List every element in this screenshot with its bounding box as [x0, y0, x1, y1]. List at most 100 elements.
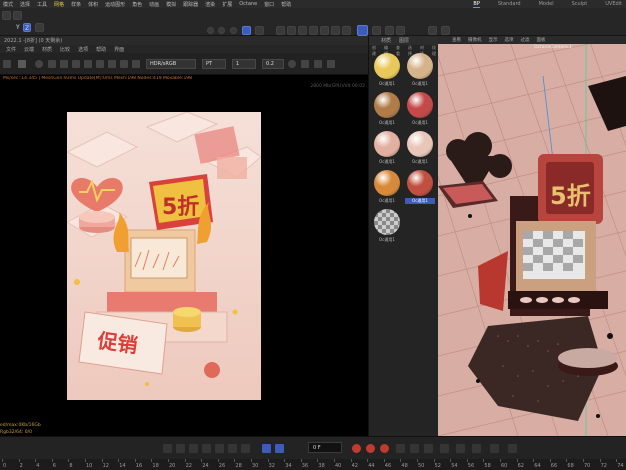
prev-frame-icon[interactable] [189, 444, 198, 453]
key-param-icon[interactable] [440, 444, 449, 453]
color-space-select[interactable]: HDR/sRGB [146, 59, 196, 69]
material-menu-item[interactable]: 创建 [372, 45, 379, 56]
region-render-icon[interactable] [84, 60, 92, 68]
clay-mode-icon[interactable] [120, 60, 128, 68]
material-thumbnail[interactable]: Oc通用1 [405, 92, 435, 128]
pause-icon[interactable] [48, 60, 56, 68]
material-thumbnail[interactable]: Oc通用1 [372, 209, 402, 245]
material-tab[interactable]: 图层 [399, 37, 409, 44]
viewport-menu-item[interactable]: 查看 [452, 37, 461, 43]
exposure-field[interactable]: 0.2 [262, 59, 284, 69]
material-tab[interactable]: 材质 [381, 37, 391, 44]
redo-icon[interactable] [13, 11, 22, 20]
pen-icon[interactable] [287, 26, 296, 35]
key-pla-icon[interactable] [456, 444, 465, 453]
menu-item[interactable]: 体积 [88, 1, 98, 8]
layout-tab[interactable]: BP [473, 1, 480, 8]
material-thumbnail[interactable]: Oc通用1 [405, 53, 435, 89]
menu-item[interactable]: 网格 [54, 1, 64, 8]
display-icon[interactable] [288, 60, 296, 68]
menu-item[interactable]: 选择 [20, 1, 30, 8]
viewport-solo-icon[interactable] [428, 26, 437, 35]
layout-tab[interactable]: UVEdit [605, 1, 622, 7]
menu-item[interactable]: 运动图形 [105, 1, 125, 8]
snap-icon[interactable] [385, 26, 394, 35]
key-selection-icon[interactable] [380, 444, 389, 453]
subdivide-icon[interactable] [298, 26, 307, 35]
lock-icon[interactable] [72, 60, 80, 68]
timeline-options-icon[interactable] [472, 444, 481, 453]
layout-tab[interactable]: Sculpt [572, 1, 588, 7]
autokey-icon[interactable] [366, 444, 375, 453]
live-viewer-menu-item[interactable]: 云端 [24, 46, 34, 53]
axis-y-toggle[interactable]: Y [16, 24, 20, 31]
send-scene-icon[interactable] [3, 60, 11, 68]
loop-icon[interactable] [262, 444, 271, 453]
play-icon[interactable] [202, 444, 211, 453]
deformer-icon[interactable] [320, 26, 329, 35]
viewport-menu-item[interactable]: 显示 [489, 37, 498, 43]
key-position-icon[interactable] [396, 444, 405, 453]
menu-item[interactable]: 工具 [37, 1, 47, 8]
material-menu-item[interactable]: 编辑 [384, 45, 391, 56]
render-view-icon[interactable] [207, 27, 214, 34]
live-viewer-menu-item[interactable]: 文件 [6, 46, 16, 53]
menu-item[interactable]: 模拟 [166, 1, 176, 8]
cube-icon[interactable] [276, 26, 285, 35]
material-menu-item[interactable]: 选择 [408, 45, 415, 56]
menu-item[interactable]: 动画 [149, 1, 159, 8]
perspective-viewport[interactable]: 查看 摄像机 显示 选项 过滤 面板 OctaneCamera.1 5折 [438, 36, 626, 436]
menu-item[interactable]: 跟踪器 [183, 1, 198, 8]
clone-icon[interactable] [309, 26, 318, 35]
material-thumbnail[interactable]: Oc通用1 [405, 170, 435, 206]
material-thumbnail[interactable]: Oc通用1 [405, 131, 435, 167]
layout-tab[interactable]: Standard [498, 1, 521, 7]
field-icon[interactable] [331, 26, 340, 35]
material-thumbnail[interactable]: Oc通用1 [372, 92, 402, 128]
record-icon[interactable] [352, 444, 361, 453]
camera-icon[interactable] [357, 25, 368, 36]
current-frame-field[interactable]: 0 F [308, 442, 342, 453]
material-thumbnail[interactable]: Oc通用1 [372, 53, 402, 89]
camera-snapshot-icon[interactable] [314, 60, 322, 68]
menu-item[interactable]: Octane [239, 1, 257, 7]
motion-clip-icon[interactable] [490, 444, 499, 453]
viewport-menu-item[interactable]: 过滤 [521, 37, 530, 43]
octane-live-viewer-button[interactable] [242, 26, 251, 35]
material-thumbnail[interactable]: Oc通用1 [372, 131, 402, 167]
key-rotation-icon[interactable] [410, 444, 419, 453]
fcurve-icon[interactable] [508, 444, 517, 453]
prev-key-icon[interactable] [176, 444, 185, 453]
next-key-icon[interactable] [228, 444, 237, 453]
go-end-icon[interactable] [241, 444, 250, 453]
white-balance-icon[interactable] [108, 60, 116, 68]
go-start-icon[interactable] [163, 444, 172, 453]
render-active-icon[interactable] [218, 27, 225, 34]
menu-item[interactable]: 角色 [132, 1, 142, 8]
viewport-wire-icon[interactable] [441, 26, 450, 35]
save-image-icon[interactable] [301, 60, 309, 68]
undo-icon[interactable] [2, 11, 11, 20]
alpha-icon[interactable] [132, 60, 140, 68]
focus-pick-icon[interactable] [96, 60, 104, 68]
octane-settings-icon[interactable] [255, 26, 264, 35]
material-menu-item[interactable]: 材质 [420, 45, 427, 56]
live-viewer-menu-item[interactable]: 界面 [114, 46, 124, 53]
stop-icon[interactable] [60, 60, 68, 68]
menu-item[interactable]: 帮助 [281, 1, 291, 8]
menu-item[interactable]: 渲染 [205, 1, 215, 8]
light-icon[interactable] [372, 26, 381, 35]
layout-tab[interactable]: Model [539, 1, 554, 7]
gear-icon[interactable] [35, 60, 43, 68]
live-viewer-menu-item[interactable]: 帮助 [96, 46, 106, 53]
grid-icon[interactable] [396, 26, 405, 35]
render-settings-icon[interactable] [230, 27, 237, 34]
viewport-menu-item[interactable]: 面板 [537, 37, 546, 43]
kernel-preset-select[interactable]: PT [202, 59, 226, 69]
timeline-ruler[interactable]: 0 2 4 6 8 10 12 14 16 18 20 22 24 26 28 30 32 34 36 38 40 42 4… [0, 459, 626, 470]
ping-pong-icon[interactable] [275, 444, 284, 453]
menu-item[interactable]: 模式 [3, 1, 13, 8]
coordinate-system-icon[interactable] [35, 23, 44, 32]
live-viewer-menu-item[interactable]: 材质 [42, 46, 52, 53]
menu-item[interactable]: 扩展 [222, 1, 232, 8]
